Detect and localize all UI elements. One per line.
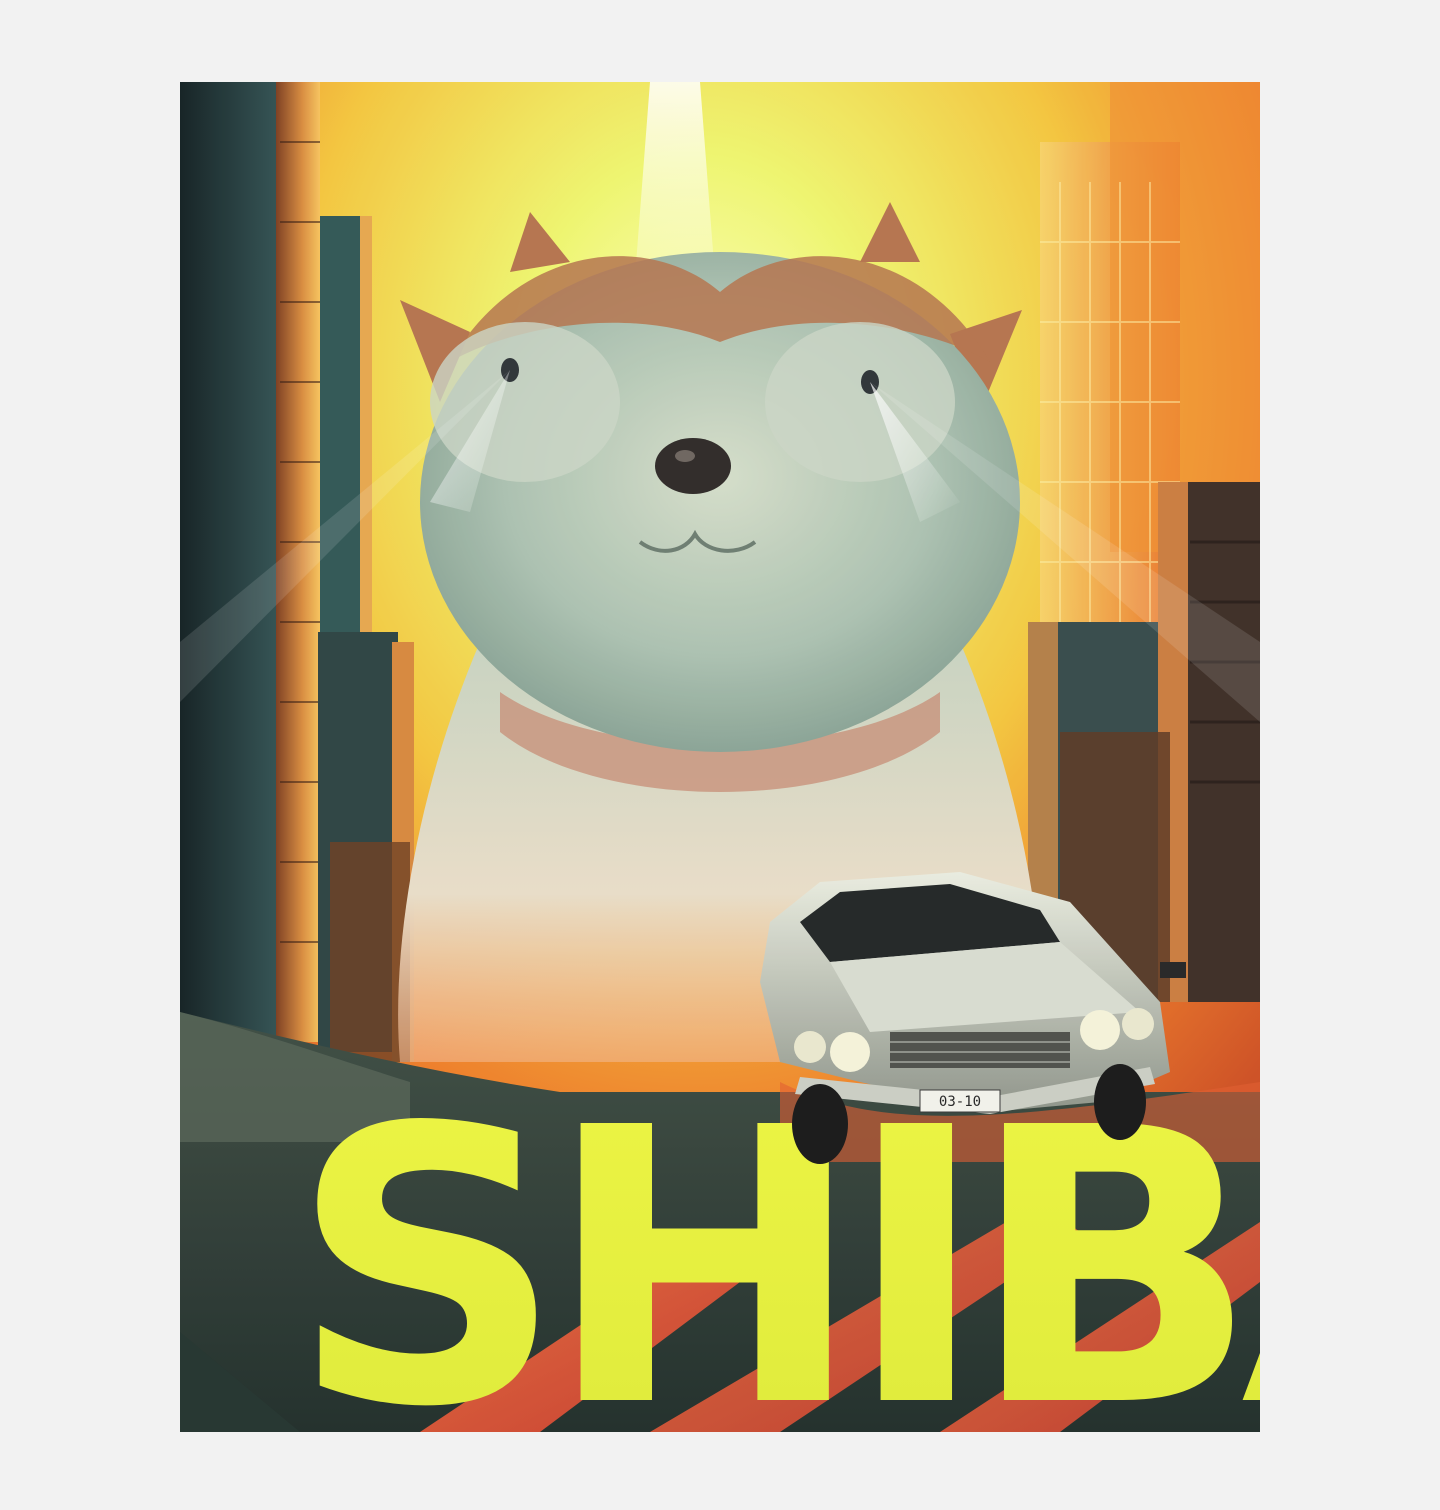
movie-poster: SHIBA [180, 82, 1260, 1432]
poster-artwork: SHIBA [180, 82, 1260, 1432]
page: SHIBA [0, 0, 1440, 1510]
